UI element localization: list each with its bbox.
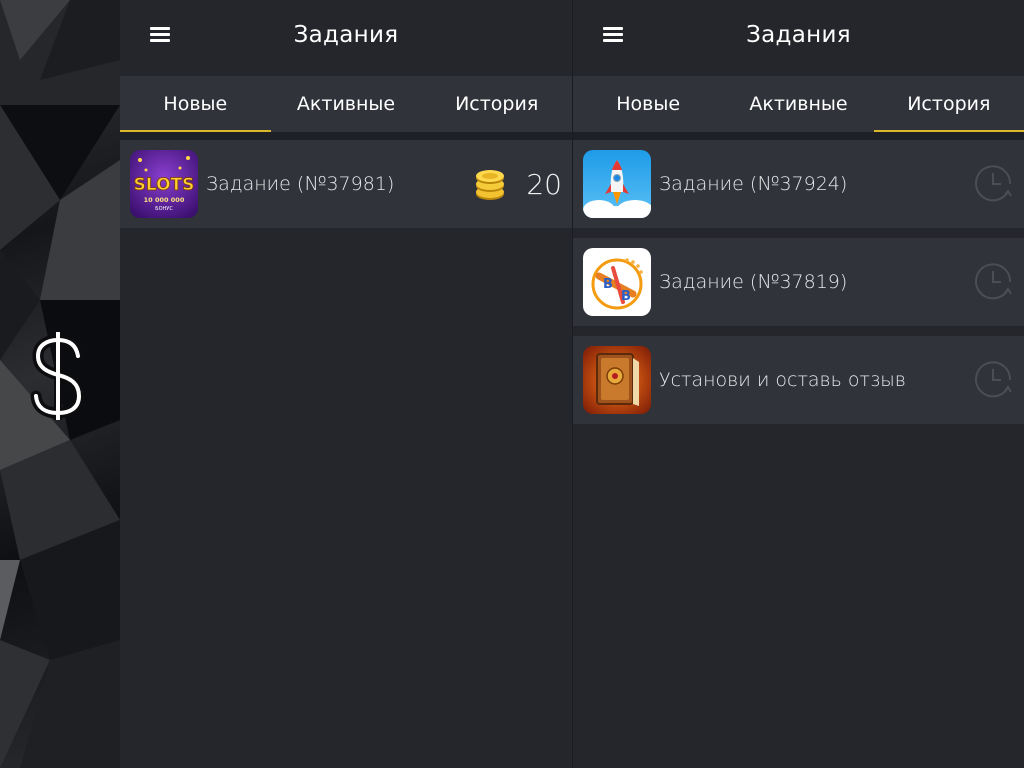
svg-text:В: В xyxy=(603,277,613,292)
svg-text:В: В xyxy=(621,289,631,304)
task-row[interactable]: SLOTS 10 000 000 БОНУС Задание (№37981) … xyxy=(120,140,572,228)
tabs-divider xyxy=(573,132,1024,140)
page-title: Задания xyxy=(746,22,851,48)
clock-icon xyxy=(975,263,1012,300)
coins-icon xyxy=(476,170,505,200)
tab-active[interactable]: Активные xyxy=(271,76,422,132)
travel-app-icon: В В xyxy=(583,248,651,316)
dollar-icon xyxy=(30,332,85,420)
app-header: Задания xyxy=(120,0,572,76)
svg-text:10 000 000: 10 000 000 xyxy=(144,196,185,204)
sidebar-rail xyxy=(0,0,120,768)
task-label: Задание (№37981) xyxy=(206,173,395,195)
book-app-icon xyxy=(583,346,651,414)
reward: 20 xyxy=(474,140,562,228)
svg-text:БОНУС: БОНУС xyxy=(155,206,173,212)
task-row[interactable]: Установи и оставь отзыв xyxy=(573,336,1024,424)
task-label: Задание (№37819) xyxy=(659,271,848,293)
rocket-app-icon xyxy=(583,150,651,218)
tasks-panel-history: Задания Новые Активные История Задание (… xyxy=(572,0,1024,768)
task-label: Установи и оставь отзыв xyxy=(659,369,906,391)
tab-bar: Новые Активные История xyxy=(573,76,1024,132)
tasks-panel-new: Задания Новые Активные История SLOTS 10 … xyxy=(120,0,572,768)
tab-history[interactable]: История xyxy=(421,76,572,132)
tab-bar: Новые Активные История xyxy=(120,76,572,132)
page-title: Задания xyxy=(293,22,399,48)
task-row[interactable]: В В Задание (№37819) xyxy=(573,238,1024,326)
tab-history[interactable]: История xyxy=(873,76,1024,132)
task-label: Задание (№37924) xyxy=(659,173,848,195)
tab-new[interactable]: Новые xyxy=(120,76,271,132)
task-row[interactable]: Задание (№37924) xyxy=(573,140,1024,228)
slots-app-icon: SLOTS 10 000 000 БОНУС xyxy=(130,150,198,218)
app-header: Задания xyxy=(573,0,1024,76)
reward-value: 20 xyxy=(526,167,562,201)
tab-new[interactable]: Новые xyxy=(573,76,723,132)
clock-icon xyxy=(975,361,1012,398)
tabs-divider xyxy=(120,132,572,140)
svg-text:SLOTS: SLOTS xyxy=(134,175,195,195)
tab-active[interactable]: Активные xyxy=(723,76,873,132)
clock-icon xyxy=(975,165,1012,202)
